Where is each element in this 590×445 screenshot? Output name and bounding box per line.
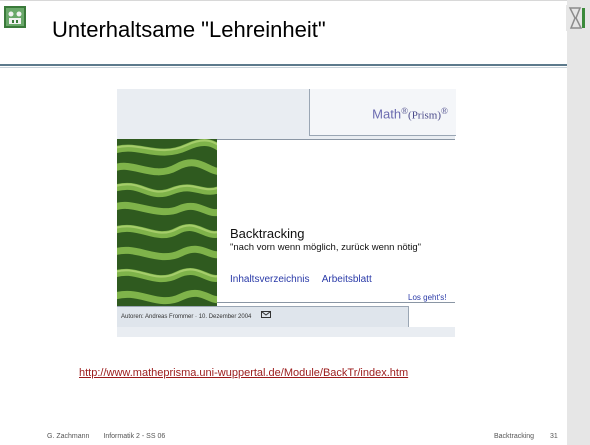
footer-right: Backtracking 31 — [480, 433, 558, 440]
module-url-link[interactable]: http://www.matheprisma.uni-wuppertal.de/… — [79, 367, 408, 379]
authors-bar: Autoren: Andreas Frommer · 10. Dezember … — [117, 306, 409, 329]
footer-topic: Backtracking — [494, 433, 535, 440]
footer-author: G. Zachmann — [47, 433, 90, 440]
embed-top-line — [217, 139, 455, 140]
matheprisma-logo-box: Math®(Prism)® — [309, 89, 456, 136]
matheprisma-logo: Math®(Prism)® — [372, 106, 448, 122]
footer-page-number: 31 — [550, 433, 558, 440]
embed-links: Inhaltsverzeichnis Arbeitsblatt — [230, 274, 382, 285]
embed-bottom-line — [217, 302, 455, 303]
right-sidebar-bar — [567, 0, 590, 445]
embed-bottom-band — [117, 327, 455, 337]
mail-icon[interactable] — [261, 311, 271, 318]
top-rule — [0, 0, 567, 1]
seal-logo-icon — [566, 5, 586, 31]
title-divider-thin — [0, 67, 567, 68]
worksheet-link[interactable]: Arbeitsblatt — [322, 274, 372, 285]
slide: Unterhaltsame "Lehreinheit" Math®(Prism)… — [0, 0, 590, 445]
backtracking-heading: Backtracking — [230, 226, 305, 241]
backtracking-subtitle: "nach vorn wenn möglich, zurück wenn nöt… — [230, 242, 422, 253]
embedded-website-screenshot: Math®(Prism)® Backtracking "nach vorn we… — [117, 89, 456, 337]
authors-text: Autoren: Andreas Frommer · 10. Dezember … — [121, 314, 252, 320]
footer-left: G. Zachmann Informatik 2 - SS 06 — [47, 433, 177, 440]
start-link[interactable]: Los geht's! — [408, 293, 446, 302]
slide-title: Unterhaltsame "Lehreinheit" — [52, 17, 326, 42]
hedge-maze-image — [117, 139, 217, 306]
title-divider — [0, 64, 567, 66]
contents-link[interactable]: Inhaltsverzeichnis — [230, 274, 309, 285]
footer-course: Informatik 2 - SS 06 — [103, 433, 166, 440]
university-logo-icon — [4, 6, 26, 28]
